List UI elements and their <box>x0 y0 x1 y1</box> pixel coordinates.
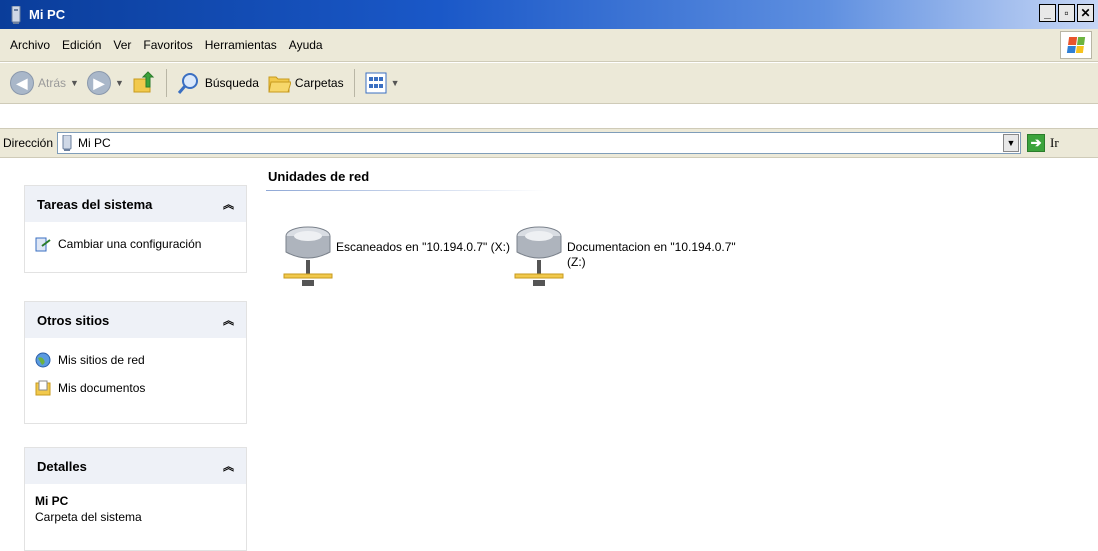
back-button[interactable]: ◀ Atrás ▼ <box>6 67 83 99</box>
toolbar-separator <box>353 69 355 97</box>
my-documents-label: Mis documentos <box>58 381 146 395</box>
folder-icon <box>268 76 291 93</box>
my-documents-link[interactable]: Mis documentos <box>35 374 236 402</box>
collapse-icon[interactable]: ︽ <box>223 458 234 474</box>
toolbar: ◀ Atrás ▼ ▶ ▼ Búsqueda Carpetas ▼ <box>0 63 1098 104</box>
address-dropdown-icon[interactable]: ▼ <box>1003 134 1020 152</box>
menu-favoritos[interactable]: Favoritos <box>137 38 198 52</box>
details-panel: Detalles ︽ Mi PC Carpeta del sistema <box>24 447 247 551</box>
drive-z-label-line1: Documentacion en "10.194.0.7" <box>567 240 736 254</box>
drive-z-label-line2: (Z:) <box>567 255 586 269</box>
minimize-button[interactable]: _ <box>1039 4 1056 22</box>
up-folder-button[interactable] <box>128 67 160 99</box>
go-label: Ir <box>1050 135 1059 150</box>
search-icon <box>177 73 198 94</box>
menu-bar: Archivo Edición Ver Favoritos Herramient… <box>0 29 1098 62</box>
windows-logo <box>1060 31 1092 59</box>
forward-arrow-icon: ▶ <box>86 71 111 95</box>
search-label: Búsqueda <box>204 76 259 90</box>
details-name: Mi PC <box>35 494 69 508</box>
change-setting-link[interactable]: Cambiar una configuración <box>35 230 236 258</box>
drive-z-label: Documentacion en "10.194.0.7" (Z:) <box>567 240 736 270</box>
chevron-down-icon[interactable]: ▼ <box>391 78 400 88</box>
views-icon <box>365 72 387 94</box>
chevron-down-icon[interactable]: ▼ <box>70 78 79 88</box>
system-tasks-panel: Tareas del sistema ︽ Cambiar una configu… <box>24 185 247 273</box>
folders-label: Carpetas <box>294 76 344 90</box>
drive-x-label: Escaneados en "10.194.0.7" (X:) <box>336 240 510 254</box>
system-tasks-header[interactable]: Tareas del sistema ︽ <box>25 186 246 222</box>
up-folder-icon <box>133 71 155 93</box>
address-bar: Dirección Mi PC ▼ ➔ Ir <box>0 128 1098 158</box>
network-places-link[interactable]: Mis sitios de red <box>35 346 236 374</box>
other-places-panel: Otros sitios ︽ Mis sitios de red Mis doc… <box>24 301 247 424</box>
computer-icon <box>8 5 24 24</box>
menu-herramientas[interactable]: Herramientas <box>199 38 283 52</box>
details-subtitle: Carpeta del sistema <box>35 510 142 524</box>
back-label: Atrás <box>38 76 67 90</box>
network-drive-x[interactable]: Escaneados en "10.194.0.7" (X:) <box>282 222 510 290</box>
chevron-down-icon[interactable]: ▼ <box>115 78 124 88</box>
group-divider <box>266 190 546 191</box>
details-header[interactable]: Detalles ︽ <box>25 448 246 484</box>
address-field[interactable]: Mi PC ▼ <box>57 132 1022 154</box>
menu-edicion[interactable]: Edición <box>56 38 107 52</box>
address-value: Mi PC <box>78 136 111 150</box>
go-button[interactable]: ➔ Ir <box>1027 134 1059 152</box>
menu-archivo[interactable]: Archivo <box>4 38 56 52</box>
change-setting-label: Cambiar una configuración <box>58 237 202 251</box>
menu-ver[interactable]: Ver <box>107 38 137 52</box>
maximize-button[interactable]: ▫ <box>1058 4 1075 22</box>
menu-ayuda[interactable]: Ayuda <box>283 38 329 52</box>
collapse-icon[interactable]: ︽ <box>223 196 234 212</box>
network-globe-icon <box>35 352 51 368</box>
network-drive-z[interactable]: Documentacion en "10.194.0.7" (Z:) <box>513 222 736 290</box>
search-button[interactable]: Búsqueda <box>173 67 263 99</box>
network-drive-icon <box>514 226 564 286</box>
network-drive-icon <box>283 226 333 286</box>
folders-button[interactable]: Carpetas <box>263 67 348 99</box>
toolbar-separator <box>165 69 167 97</box>
go-arrow-icon: ➔ <box>1027 134 1046 152</box>
back-arrow-icon: ◀ <box>10 71 34 95</box>
documents-folder-icon <box>35 380 51 396</box>
views-button[interactable]: ▼ <box>361 67 404 99</box>
computer-icon <box>62 135 72 151</box>
other-places-header[interactable]: Otros sitios ︽ <box>25 302 246 338</box>
settings-icon <box>35 237 51 252</box>
other-places-title: Otros sitios <box>37 312 110 328</box>
forward-button[interactable]: ▶ ▼ <box>83 67 128 99</box>
details-title: Detalles <box>37 458 87 474</box>
network-drives-group-title: Unidades de red <box>268 169 370 184</box>
network-places-label: Mis sitios de red <box>58 353 145 367</box>
close-button[interactable]: ✕ <box>1077 4 1094 22</box>
address-label: Dirección <box>3 136 54 150</box>
window-title: Mi PC <box>29 7 66 22</box>
system-tasks-title: Tareas del sistema <box>37 196 153 212</box>
collapse-icon[interactable]: ︽ <box>223 312 234 328</box>
title-bar: Mi PC _ ▫ ✕ <box>0 0 1098 29</box>
windows-flag-icon <box>1066 37 1086 53</box>
